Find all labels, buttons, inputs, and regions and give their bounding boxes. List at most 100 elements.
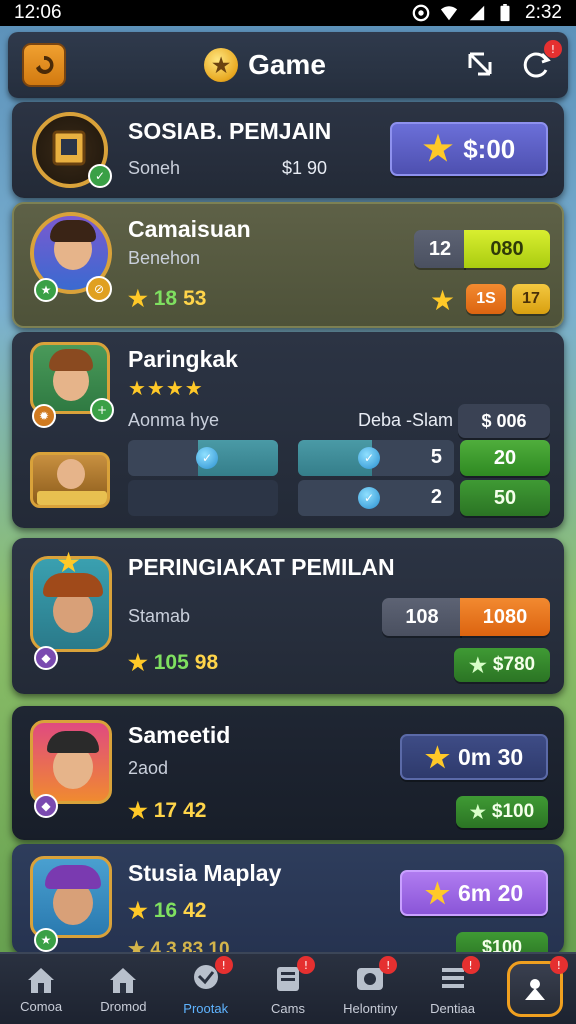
player-score: ★ 18 53 xyxy=(128,286,206,312)
nav-item-prootak[interactable]: ! Prootak xyxy=(166,956,246,1016)
star-icon: ★ xyxy=(424,877,450,909)
card-paringkak[interactable]: ✹ + Paringkak ★★★★ Aonma hye Deba -Slam … xyxy=(12,332,564,528)
notification-badge: ! xyxy=(543,40,562,58)
profile-button[interactable]: ! xyxy=(506,956,568,1017)
app-header: ★ Game ! xyxy=(8,32,568,98)
nav-item-profile[interactable]: ! xyxy=(495,956,575,1017)
claim-label: $:00 xyxy=(463,133,516,164)
player-score: ★ 17 42 xyxy=(128,798,206,824)
card-peringiakat[interactable]: ★ ◆ PERINGIAKAT PEMILAN Stamab ★ 105 98 … xyxy=(12,538,564,694)
card-subtitle: Benehon xyxy=(128,248,201,268)
refresh-button[interactable]: ! xyxy=(520,40,562,82)
item-avatar xyxy=(30,452,110,508)
nav-label: Cams xyxy=(271,1001,305,1016)
stat-c[interactable]: 1S xyxy=(466,284,506,314)
star-icon: ★ xyxy=(430,284,456,317)
reward-label: $100 xyxy=(491,801,535,822)
progress-bar-d[interactable]: ✓ 2 xyxy=(298,480,454,516)
player-score: ★ 16 42 xyxy=(128,898,206,924)
notification-badge: ! xyxy=(549,956,568,974)
nav-label: Comoa xyxy=(20,999,63,1014)
card-subtitle: 2aod xyxy=(128,758,169,778)
nav-item-cams[interactable]: ! Cams xyxy=(248,956,328,1016)
stat-b[interactable]: 080 xyxy=(464,230,550,268)
coin-badge-icon: ⊘ xyxy=(86,276,112,302)
check-badge-icon: ✓ xyxy=(88,164,112,188)
score-a: 18 xyxy=(153,287,178,310)
hair-icon xyxy=(49,349,93,371)
bottom-nav: Comoa Dromod ! Prootak ! Cams ! Helontin… xyxy=(0,952,576,1024)
card-sosiab[interactable]: ✓ SOSIAB. PEMJAIN Soneh $1 90 ★ $:00 xyxy=(12,102,564,198)
hat-icon xyxy=(47,731,99,753)
shield-icon: ✓ xyxy=(358,447,380,469)
player-avatar xyxy=(30,856,112,938)
star-icon: ★ xyxy=(56,546,82,579)
back-button[interactable] xyxy=(22,43,66,87)
status-bar: 12:06 2:32 xyxy=(0,0,576,26)
gem-badge-icon: ◆ xyxy=(34,646,58,670)
card-camaisuan[interactable]: ★ ⊘ Camaisuan Benehon ★ 18 53 12 080 ★ 1… xyxy=(12,202,564,328)
score-b: 42 xyxy=(183,799,207,822)
star-icon: ★ xyxy=(128,898,148,923)
notification-badge: ! xyxy=(214,956,233,974)
nav-item-dentiaa[interactable]: ! Dentiaa xyxy=(413,956,493,1016)
nav-label: Dentiaa xyxy=(430,1001,475,1016)
progress-bar-c[interactable] xyxy=(128,480,278,516)
reward-label: $780 xyxy=(492,654,536,675)
nav-item-dromod[interactable]: Dromod xyxy=(83,964,163,1014)
amount-pill: $ 006 xyxy=(458,404,550,438)
timer-label: 0m 30 xyxy=(457,743,524,770)
card-sameetid[interactable]: ◆ Sameetid 2aod ★ 17 42 ★ 0m 30 ★ $100 xyxy=(12,706,564,840)
score-b: 98 xyxy=(194,651,219,674)
nav-label: Helontiny xyxy=(343,1001,398,1016)
plus-badge-icon: + xyxy=(90,398,114,422)
card-stusia[interactable]: ★ Stusia Maplay ★ 16 42 ★ 6m 20 ★ 4.3 83… xyxy=(12,844,564,962)
reward-pill[interactable]: ★ $100 xyxy=(456,796,548,828)
card-title: Camaisuan xyxy=(128,216,251,242)
card-subtitle: Stamab xyxy=(128,606,191,626)
notification-badge: ! xyxy=(379,956,398,974)
status-clock: 2:32 xyxy=(525,2,562,23)
face-icon xyxy=(57,459,85,489)
target-icon xyxy=(412,4,430,22)
hair-icon xyxy=(50,220,96,242)
share-button[interactable] xyxy=(464,48,498,82)
coin-icon: ★ xyxy=(204,48,239,82)
row2-badge[interactable]: 50 xyxy=(460,480,550,516)
notification-badge: ! xyxy=(296,956,315,974)
reward-pill[interactable]: ★ $780 xyxy=(454,648,550,682)
nav-item-helontiny[interactable]: ! Helontiny xyxy=(330,956,410,1016)
score-b: 42 xyxy=(183,899,207,922)
progress-bar-a[interactable]: ✓ xyxy=(128,440,278,476)
stat-b[interactable]: 1080 xyxy=(460,598,550,636)
stat-a: 108 xyxy=(382,598,462,636)
row1-value: 5 xyxy=(430,446,442,468)
star-icon: ★ xyxy=(422,130,454,168)
banner-icon xyxy=(37,491,107,505)
swirl-icon xyxy=(36,55,54,74)
card-title: SOSIAB. PEMJAIN xyxy=(128,118,332,144)
card-title: PERINGIAKAT PEMILAN xyxy=(128,554,395,580)
card-title: Stusia Maplay xyxy=(128,860,282,886)
timer-button[interactable]: ★ 6m 20 xyxy=(400,870,548,916)
card-title: Sameetid xyxy=(128,722,231,748)
star-icon: ★ xyxy=(128,286,148,311)
wifi-icon xyxy=(440,6,458,21)
progress-bar-b[interactable]: ✓ 5 xyxy=(298,440,454,476)
nav-item-comoa[interactable]: Comoa xyxy=(1,964,81,1014)
share-icon xyxy=(468,52,492,76)
star-icon: ★ xyxy=(424,741,450,773)
stat-d[interactable]: 17 xyxy=(512,284,550,314)
timer-button[interactable]: ★ 0m 30 xyxy=(400,734,548,780)
nav-label: Dromod xyxy=(100,999,147,1014)
claim-button[interactable]: ★ $:00 xyxy=(390,122,548,176)
stat-a: 12 xyxy=(414,230,466,268)
signal-icon xyxy=(469,5,485,21)
gem-badge-icon: ◆ xyxy=(34,794,58,818)
score-a: 17 xyxy=(153,799,178,822)
player-avatar xyxy=(30,720,112,804)
nav-label: Prootak xyxy=(183,1001,229,1016)
card-subtitle: Soneh xyxy=(128,158,181,178)
row1-badge[interactable]: 20 xyxy=(460,440,550,476)
rating-stars: ★★★★ xyxy=(128,376,204,400)
